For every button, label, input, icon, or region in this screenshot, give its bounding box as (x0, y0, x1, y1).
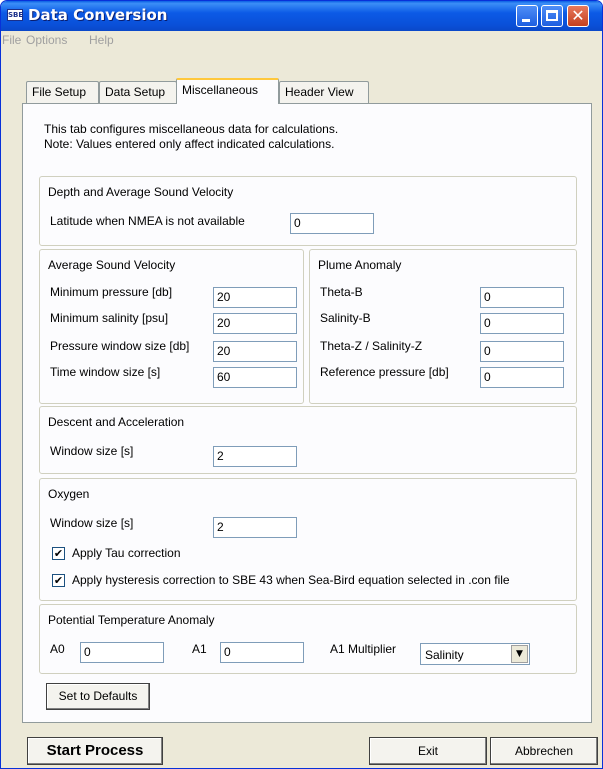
a0-label: A0 (50, 642, 65, 656)
maximize-button[interactable] (541, 5, 563, 27)
theta-b-input[interactable]: 0 (480, 287, 564, 308)
oxygen-window-input[interactable]: 2 (213, 517, 297, 538)
group-title: Potential Temperature Anomaly (48, 613, 215, 627)
min-pressure-input[interactable]: 20 (213, 287, 297, 308)
set-to-defaults-button[interactable]: Set to Defaults (46, 683, 150, 710)
title-bar[interactable]: SBE Data Conversion ✕ (1, 1, 602, 31)
salinity-b-label: Salinity-B (320, 311, 371, 325)
a0-input[interactable]: 0 (80, 642, 164, 663)
chevron-down-icon[interactable]: ▼ (511, 645, 528, 663)
menu-file[interactable]: File (2, 33, 21, 47)
reference-pressure-label: Reference pressure [db] (320, 365, 449, 379)
exit-button[interactable]: Exit (369, 737, 487, 765)
group-title: Descent and Acceleration (48, 415, 185, 429)
minimize-button[interactable] (516, 5, 538, 27)
menu-options[interactable]: Options (26, 33, 67, 47)
minimize-icon (522, 19, 530, 22)
menu-bar: File Options Help (1, 31, 602, 51)
a1-input[interactable]: 0 (220, 642, 304, 663)
hysteresis-correction-checkbox[interactable]: ✔ (52, 574, 65, 587)
plume-anomaly-group: Plume Anomaly Theta-B 0 Salinity-B 0 The… (309, 249, 577, 404)
start-process-button[interactable]: Start Process (27, 737, 163, 765)
time-window-input[interactable]: 60 (213, 367, 297, 388)
group-title: Average Sound Velocity (48, 258, 176, 272)
hysteresis-correction-label[interactable]: Apply hysteresis correction to SBE 43 wh… (72, 573, 510, 587)
intro-line-1: This tab configures miscellaneous data f… (44, 122, 339, 136)
a1-label: A1 (192, 642, 207, 656)
tab-miscellaneous[interactable]: Miscellaneous (176, 78, 279, 104)
group-title: Plume Anomaly (318, 258, 402, 272)
latitude-label: Latitude when NMEA is not available (50, 214, 245, 228)
maximize-icon (546, 10, 558, 21)
salinity-b-input[interactable]: 0 (480, 313, 564, 334)
tab-header-view[interactable]: Header View (279, 81, 369, 103)
latitude-input[interactable]: 0 (290, 213, 374, 234)
close-button[interactable]: ✕ (567, 5, 589, 27)
min-salinity-label: Minimum salinity [psu] (50, 311, 169, 325)
pressure-window-input[interactable]: 20 (213, 341, 297, 362)
reference-pressure-input[interactable]: 0 (480, 367, 564, 388)
min-pressure-label: Minimum pressure [db] (50, 285, 173, 299)
depth-sound-velocity-group: Depth and Average Sound Velocity Latitud… (39, 176, 577, 246)
a1-multiplier-label: A1 Multiplier (330, 642, 397, 656)
min-salinity-input[interactable]: 20 (213, 313, 297, 334)
intro-line-2: Note: Values entered only affect indicat… (44, 137, 335, 151)
data-conversion-window: SBE Data Conversion ✕ File Options Help … (0, 0, 603, 769)
miscellaneous-panel: This tab configures miscellaneous data f… (22, 103, 592, 723)
group-title: Oxygen (48, 487, 90, 501)
descent-window-label: Window size [s] (50, 444, 134, 458)
tab-data-setup[interactable]: Data Setup (99, 81, 177, 103)
menu-help[interactable]: Help (89, 33, 114, 47)
oxygen-group: Oxygen Window size [s] 2 ✔ Apply Tau cor… (39, 478, 577, 601)
a1-multiplier-value: Salinity (425, 648, 464, 662)
theta-z-salinity-z-label: Theta-Z / Salinity-Z (320, 339, 423, 353)
close-icon: ✕ (571, 6, 585, 25)
app-icon: SBE (7, 9, 24, 21)
tab-file-setup[interactable]: File Setup (26, 81, 99, 103)
window-title: Data Conversion (28, 6, 168, 24)
a1-multiplier-select[interactable]: Salinity ▼ (420, 643, 530, 665)
group-title: Depth and Average Sound Velocity (48, 185, 234, 199)
descent-window-input[interactable]: 2 (213, 446, 297, 467)
cancel-button[interactable]: Abbrechen (490, 737, 598, 765)
average-sound-velocity-group: Average Sound Velocity Minimum pressure … (39, 249, 304, 404)
pressure-window-label: Pressure window size [db] (50, 339, 190, 353)
descent-acceleration-group: Descent and Acceleration Window size [s]… (39, 406, 577, 474)
time-window-label: Time window size [s] (50, 365, 161, 379)
theta-b-label: Theta-B (320, 285, 363, 299)
tau-correction-checkbox[interactable]: ✔ (52, 547, 65, 560)
oxygen-window-label: Window size [s] (50, 516, 134, 530)
tau-correction-label[interactable]: Apply Tau correction (72, 546, 181, 560)
potential-temperature-anomaly-group: Potential Temperature Anomaly A0 0 A1 0 … (39, 604, 577, 674)
theta-z-salinity-z-input[interactable]: 0 (480, 341, 564, 362)
